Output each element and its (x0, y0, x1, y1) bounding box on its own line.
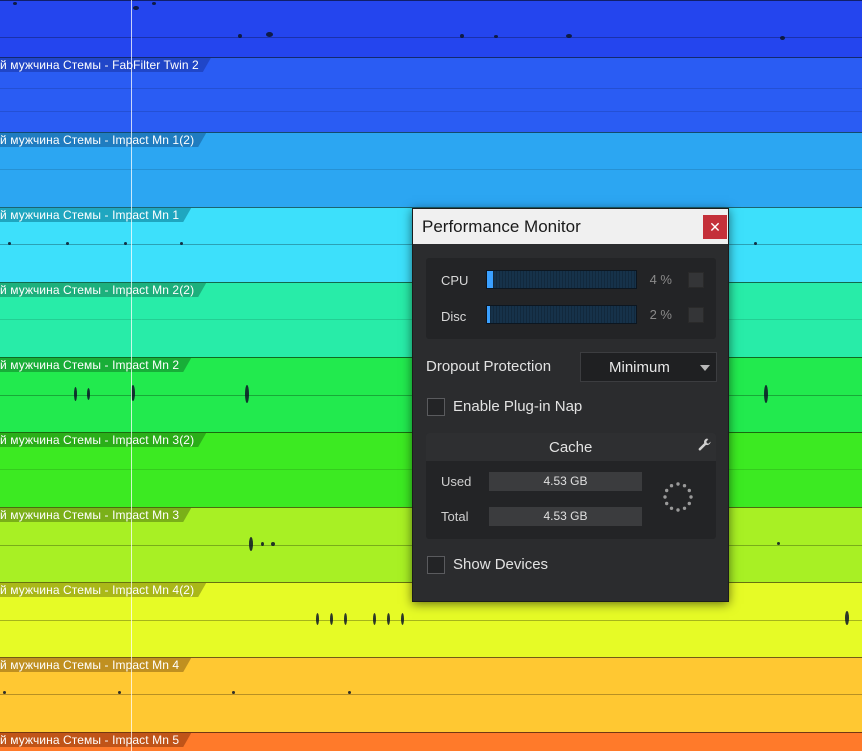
cache-title: Cache (549, 439, 593, 456)
cpu-label: CPU (441, 273, 469, 288)
clip-label[interactable]: й мужчина Стемы - Impact Mn 4 (0, 658, 191, 672)
cache-used-label: Used (441, 474, 472, 489)
cache-panel: Cache Used 4.53 GB Total 4.53 GB (426, 433, 716, 539)
dropout-protection-select[interactable]: Minimum (580, 352, 717, 382)
track-lane[interactable]: й мужчина Стемы - FabFilter Twin 2 (0, 57, 862, 132)
window-title: Performance Monitor (422, 217, 581, 236)
disc-meter (486, 305, 637, 324)
meters-panel: CPU 4 % Disc 2 % (426, 258, 716, 339)
show-devices-checkbox[interactable] (427, 556, 445, 574)
disc-meter-fill (487, 306, 490, 323)
dropout-protection-label: Dropout Protection (426, 358, 552, 375)
enable-plugin-nap-checkbox[interactable] (427, 398, 445, 416)
clip-label[interactable]: й мужчина Стемы - Impact Mn 1 (0, 208, 191, 222)
disc-value: 2 % (649, 307, 672, 322)
clip-label[interactable]: й мужчина Стемы - Impact Mn 3(2) (0, 433, 206, 447)
cache-total-label: Total (441, 509, 469, 524)
playhead-cursor[interactable] (131, 0, 132, 751)
performance-monitor-window: Performance Monitor ✕ CPU 4 % Disc 2 % D… (412, 208, 729, 602)
cpu-meter-fill (487, 271, 493, 288)
clip-label[interactable]: й мужчина Стемы - FabFilter Twin 2 (0, 58, 211, 72)
clip-label[interactable]: й мужчина Стемы - Impact Mn 5 (0, 733, 191, 747)
clip-label[interactable]: й мужчина Стемы - Impact Mn 2 (0, 358, 191, 372)
wrench-icon[interactable] (697, 437, 713, 458)
enable-plugin-nap-label[interactable]: Enable Plug-in Nap (453, 398, 582, 415)
cache-total-value: 4.53 GB (489, 507, 642, 526)
clip-label[interactable]: й мужчина Стемы - Impact Mn 4(2) (0, 583, 206, 597)
cpu-meter (486, 270, 637, 289)
disc-label: Disc (441, 309, 467, 324)
show-devices-label[interactable]: Show Devices (453, 556, 548, 573)
window-titlebar[interactable]: Performance Monitor ✕ (413, 209, 728, 244)
track-lane[interactable] (0, 0, 862, 57)
clip-label[interactable]: й мужчина Стемы - Impact Mn 1(2) (0, 133, 206, 147)
clip-label[interactable]: й мужчина Стемы - Impact Mn 3 (0, 508, 191, 522)
cache-used-value: 4.53 GB (489, 472, 642, 491)
track-lane[interactable]: й мужчина Стемы - Impact Mn 4 (0, 657, 862, 732)
loading-spinner-icon (662, 481, 694, 518)
clip-label[interactable]: й мужчина Стемы - Impact Mn 2(2) (0, 283, 206, 297)
track-lane[interactable]: й мужчина Стемы - Impact Mn 5 (0, 732, 862, 751)
dropout-protection-value: Minimum (609, 359, 670, 376)
chevron-down-icon (700, 365, 710, 371)
cpu-peak-indicator[interactable] (688, 272, 704, 288)
close-button[interactable]: ✕ (703, 215, 727, 239)
cpu-value: 4 % (649, 272, 672, 287)
close-icon: ✕ (709, 219, 721, 235)
track-lane[interactable]: й мужчина Стемы - Impact Mn 1(2) (0, 132, 862, 207)
disc-peak-indicator[interactable] (688, 307, 704, 323)
